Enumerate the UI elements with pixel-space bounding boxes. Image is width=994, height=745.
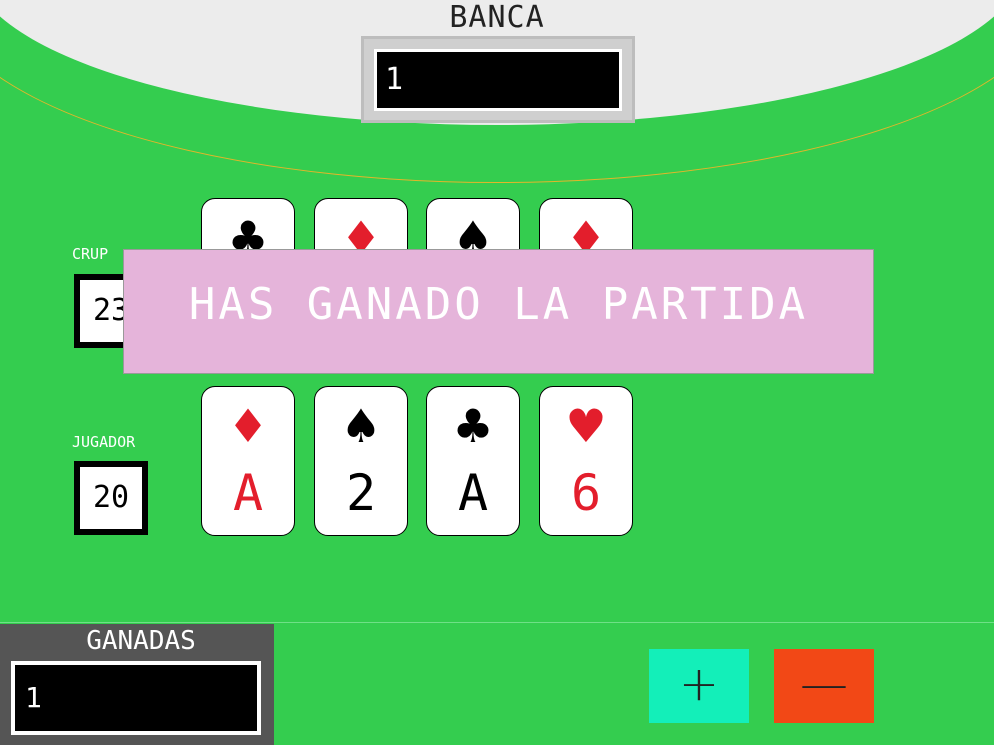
bottom-divider — [0, 622, 994, 623]
dealer-label: CRUP — [72, 245, 109, 263]
wins-value: 1 — [11, 661, 261, 735]
bank-value: 1 — [374, 49, 622, 111]
bank-label: BANCA — [449, 0, 545, 35]
increase-bet-button[interactable]: + — [649, 649, 749, 723]
win-message-banner: HAS GANADO LA PARTIDA — [123, 249, 874, 374]
card-suit-icon: ♣ — [452, 399, 494, 453]
player-card: ♥ 6 — [539, 386, 633, 536]
card-suit-icon: ♦ — [227, 399, 269, 453]
wins-label: GANADAS — [86, 626, 196, 656]
player-card: ♦ A — [201, 386, 295, 536]
card-rank: 2 — [345, 464, 377, 522]
player-card: ♠ 2 — [314, 386, 408, 536]
card-rank: 6 — [570, 464, 602, 522]
wins-panel: GANADAS 1 — [0, 624, 274, 745]
card-suit-icon: ♠ — [340, 399, 382, 453]
player-score: 20 — [80, 467, 142, 529]
player-label: JUGADOR — [72, 433, 136, 451]
card-rank: A — [232, 464, 264, 522]
card-rank: A — [457, 464, 489, 522]
player-card: ♣ A — [426, 386, 520, 536]
bank-display: 1 — [361, 36, 635, 123]
card-suit-icon: ♥ — [565, 399, 607, 453]
decrease-bet-button[interactable]: — — [774, 649, 874, 723]
player-score-box: 20 — [74, 461, 148, 535]
